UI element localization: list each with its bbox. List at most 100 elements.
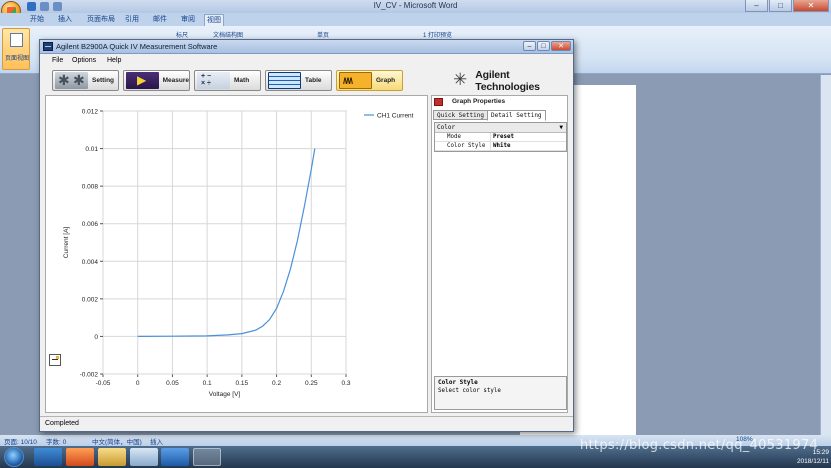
media-player-icon[interactable] [66,448,94,466]
ribbon-tab-references[interactable]: 引用 [123,14,141,26]
word-title-bar: IV_CV - Microsoft Word – □ ✕ [0,0,831,21]
y-tick-label: 0 [94,334,98,341]
legend-label: CH1 Current [377,113,414,120]
app-maximize-button[interactable]: □ [537,41,550,51]
property-value[interactable]: White [491,142,510,150]
x-tick-label: 0.2 [272,380,281,387]
language-status[interactable]: 中文(简体，中国) [92,436,142,446]
waveform-icon [339,72,372,89]
minimize-button[interactable]: – [745,0,768,12]
app-window-controls: – □ ✕ [522,41,571,51]
chevron-down-icon[interactable]: ▼ [559,123,563,133]
tab-quick-setting[interactable]: Quick Setting [433,110,488,120]
ruler-checkbox[interactable]: 标尺 [176,30,188,39]
properties-icon [434,98,443,106]
brand-name: Agilent Technologies [475,69,540,93]
y-tick-label: 0.01 [85,146,98,153]
graph-properties-panel: Graph Properties Quick Setting Detail Se… [431,95,568,413]
x-tick-label: 0.1 [203,380,212,387]
y-tick-label: -0.002 [80,372,99,379]
property-grid: Color ▼ Mode Preset Color Style White [434,122,567,152]
document-map-checkbox[interactable]: 文档结构图 [213,30,243,39]
app-logo-icon [43,42,53,51]
ribbon-tab-insert[interactable]: 插入 [56,14,74,26]
setting-button[interactable]: Setting [52,70,119,91]
print-layout-button[interactable]: 页面视图 [2,28,30,70]
setting-label: Setting [92,77,115,84]
property-row-color-style[interactable]: Color Style White [435,142,566,151]
word-count[interactable]: 字数: 0 [46,436,66,446]
agilent-taskbar-icon[interactable] [193,448,221,466]
measure-button[interactable]: Measure [123,70,190,91]
word-window-controls: – □ ✕ [744,0,829,12]
category-label: Color [437,124,456,131]
agilent-window: Agilent B2900A Quick IV Measurement Soft… [39,39,574,432]
iv-chart[interactable]: -0.05 0 0.05 0.1 0.15 0.2 0.25 0.3 -0.002 0 0.002 0… [46,96,427,412]
word-window-title: IV_CV - Microsoft Word [373,1,458,10]
props-header: Graph Properties [432,96,567,108]
property-value[interactable]: Preset [491,133,514,141]
menu-bar: File Options Help [40,55,573,67]
app-minimize-button[interactable]: – [523,41,536,51]
clock-date[interactable]: 2018/12/11 [797,457,829,466]
close-button[interactable]: ✕ [793,0,829,12]
zoom-icon[interactable] [49,354,61,366]
tab-detail-setting[interactable]: Detail Setting [486,110,546,121]
one-page-button[interactable]: 单页 [317,30,329,39]
app-title: Agilent B2900A Quick IV Measurement Soft… [56,42,218,51]
graph-label: Graph [376,77,396,84]
x-tick-label: 0.3 [341,380,350,387]
property-row-mode[interactable]: Mode Preset [435,133,566,142]
graph-panel[interactable]: -0.05 0 0.05 0.1 0.15 0.2 0.25 0.3 -0.002 0 0.002 0… [45,95,428,413]
ribbon-tab-mailings[interactable]: 邮件 [151,14,169,26]
props-title: Graph Properties [452,98,506,105]
app-icon[interactable] [130,448,158,466]
graph-button[interactable]: Graph [336,70,403,91]
math-label: Math [234,77,250,84]
print-preview-button[interactable]: 1 打印预览 [423,30,452,39]
app-status-bar: Completed [40,416,573,431]
property-key: Color Style [435,142,491,150]
ribbon-tab-review[interactable]: 审阅 [179,14,197,26]
property-description: Color Style Select color style [434,376,567,410]
description-text: Select color style [438,388,501,394]
y-tick-label: 0.004 [82,259,99,266]
x-tick-label: 0.25 [305,380,318,387]
props-tabs: Quick Setting Detail Setting [433,110,546,121]
x-tick-label: 0 [136,380,140,387]
agilent-spark-icon [452,70,471,91]
y-tick-label: 0.002 [82,296,99,303]
table-label: Table [305,77,322,84]
gears-icon [55,72,88,89]
y-tick-label: 0.008 [82,184,99,191]
menu-options[interactable]: Options [72,57,96,64]
page-view-icon [10,33,23,47]
explorer-icon[interactable] [98,448,126,466]
page-count[interactable]: 页面: 10/10 [4,436,37,446]
y-tick-label: 0.006 [82,221,99,228]
x-tick-label: -0.05 [96,380,111,387]
y-tick-label: 0.012 [82,109,99,116]
insert-mode[interactable]: 插入 [150,436,163,446]
play-icon [126,72,159,89]
ie-icon[interactable] [34,448,62,466]
ribbon-tab-view[interactable]: 视图 [204,14,224,26]
ribbon-tab-layout[interactable]: 页面布局 [85,14,117,26]
vertical-scrollbar[interactable] [820,75,831,435]
ribbon-tabs: 开始 插入 页面布局 引用 邮件 审阅 视图 [0,13,831,26]
start-button[interactable] [4,447,24,467]
app-close-button[interactable]: ✕ [551,41,571,51]
menu-file[interactable]: File [52,57,63,64]
ribbon-tab-home[interactable]: 开始 [28,14,46,26]
math-button[interactable]: Math [194,70,261,91]
property-key: Mode [435,133,491,141]
category-color[interactable]: Color ▼ [435,123,566,133]
maximize-button[interactable]: □ [769,0,792,12]
agilent-logo: Agilent Technologies [452,69,573,93]
menu-help[interactable]: Help [107,57,121,64]
table-button[interactable]: Table [265,70,332,91]
description-title: Color Style [438,379,478,386]
status-text: Completed [45,420,79,427]
x-axis-label: Voltage [V] [209,391,241,398]
word-taskbar-icon[interactable] [161,448,189,466]
